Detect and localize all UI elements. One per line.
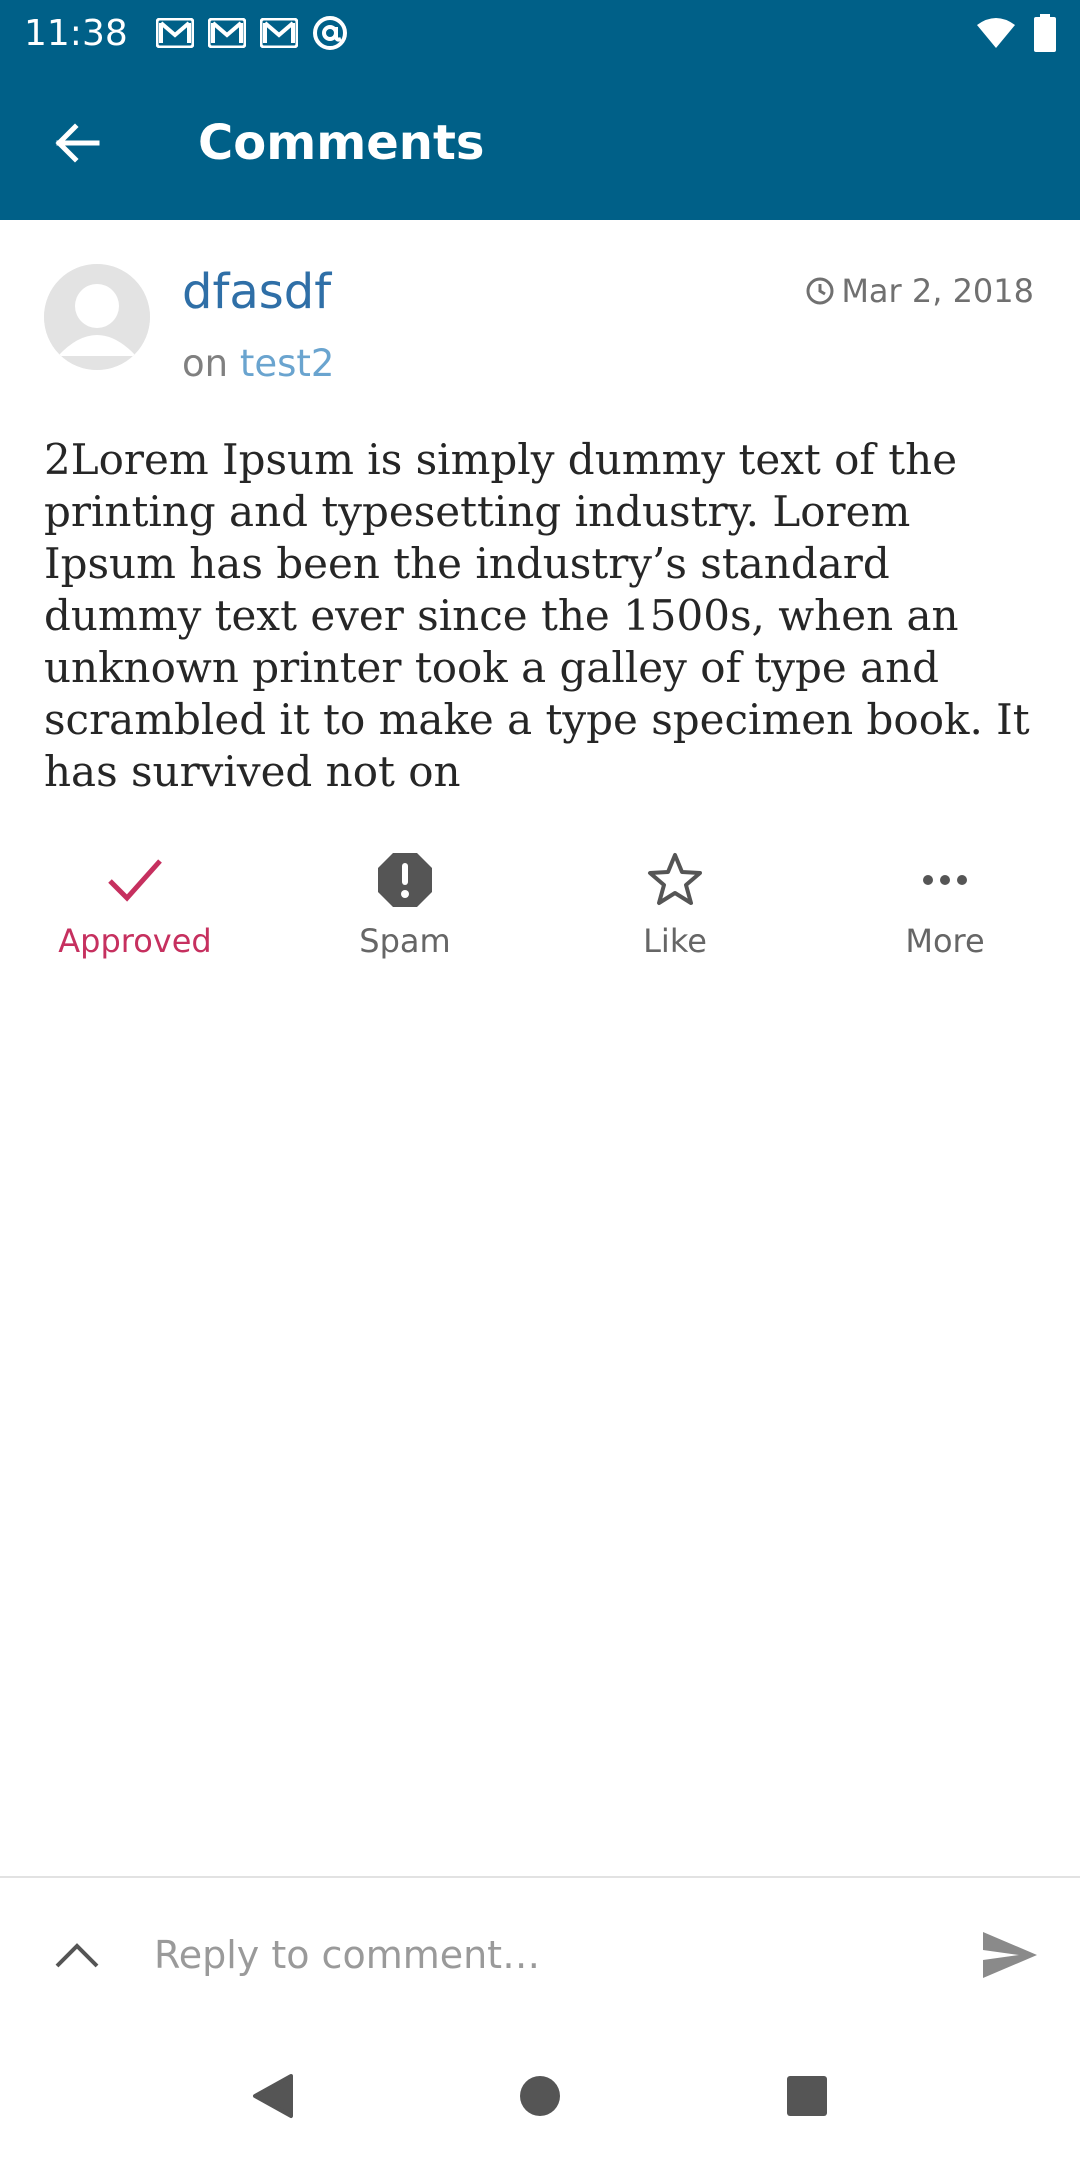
comment-body: 2Lorem Ipsum is simply dummy text of the… [44, 435, 1030, 796]
reply-input[interactable] [154, 1905, 940, 2005]
arrow-back-icon [55, 123, 100, 163]
system-nav-bar [0, 2032, 1080, 2160]
comment-author[interactable]: dfasdf [182, 264, 331, 320]
send-icon [983, 1932, 1037, 1978]
home-circle-icon [519, 2076, 560, 2116]
comment-date-text: Mar 2, 2018 [841, 272, 1034, 310]
more-button[interactable]: More [810, 840, 1080, 990]
app-bar: Comments [0, 66, 1080, 220]
spam-label: Spam [359, 922, 451, 960]
comment-post-line: on test2 [182, 342, 334, 385]
recents-square-icon [786, 2076, 827, 2116]
notification-icons [155, 15, 348, 51]
page-title: Comments [198, 115, 485, 171]
chevron-up-icon [55, 1943, 99, 1968]
wifi-icon [977, 18, 1015, 48]
expand-reply-button[interactable] [0, 1877, 154, 2033]
battery-icon [1034, 14, 1056, 52]
like-label: Like [643, 922, 707, 960]
check-icon [108, 859, 162, 902]
comment-action-bar: Approved Spam Like More [0, 840, 1080, 990]
send-button[interactable] [940, 1877, 1080, 2033]
nav-back-button[interactable] [228, 2051, 318, 2141]
avatar[interactable] [44, 264, 150, 370]
on-prefix: on [182, 342, 229, 385]
comment-date: Mar 2, 2018 [805, 272, 1034, 310]
clock-icon [806, 277, 834, 305]
spam-icon [378, 853, 432, 907]
gmail-icon [259, 18, 298, 48]
post-title-link[interactable]: test2 [240, 342, 335, 385]
back-triangle-icon [253, 2074, 294, 2118]
more-horizontal-icon [923, 875, 967, 885]
like-button[interactable]: Like [540, 840, 810, 990]
approve-button[interactable]: Approved [0, 840, 270, 990]
gmail-icon [155, 18, 194, 48]
back-button[interactable] [0, 66, 154, 220]
nav-recents-button[interactable] [762, 2051, 852, 2141]
star-outline-icon [648, 853, 702, 905]
more-label: More [905, 922, 985, 960]
reply-bar [0, 1876, 1080, 2032]
approve-label: Approved [58, 922, 212, 960]
at-sign-icon [312, 16, 347, 50]
comment-card: dfasdf on test2 Mar 2, 2018 2Lorem Ipsum… [0, 220, 1080, 990]
status-right [976, 14, 1056, 52]
nav-home-button[interactable] [495, 2051, 585, 2141]
spam-button[interactable]: Spam [270, 840, 540, 990]
gmail-icon [207, 18, 246, 48]
status-bar: 11:38 [0, 0, 1080, 66]
status-time: 11:38 [24, 12, 128, 54]
default-avatar-icon [44, 264, 150, 370]
